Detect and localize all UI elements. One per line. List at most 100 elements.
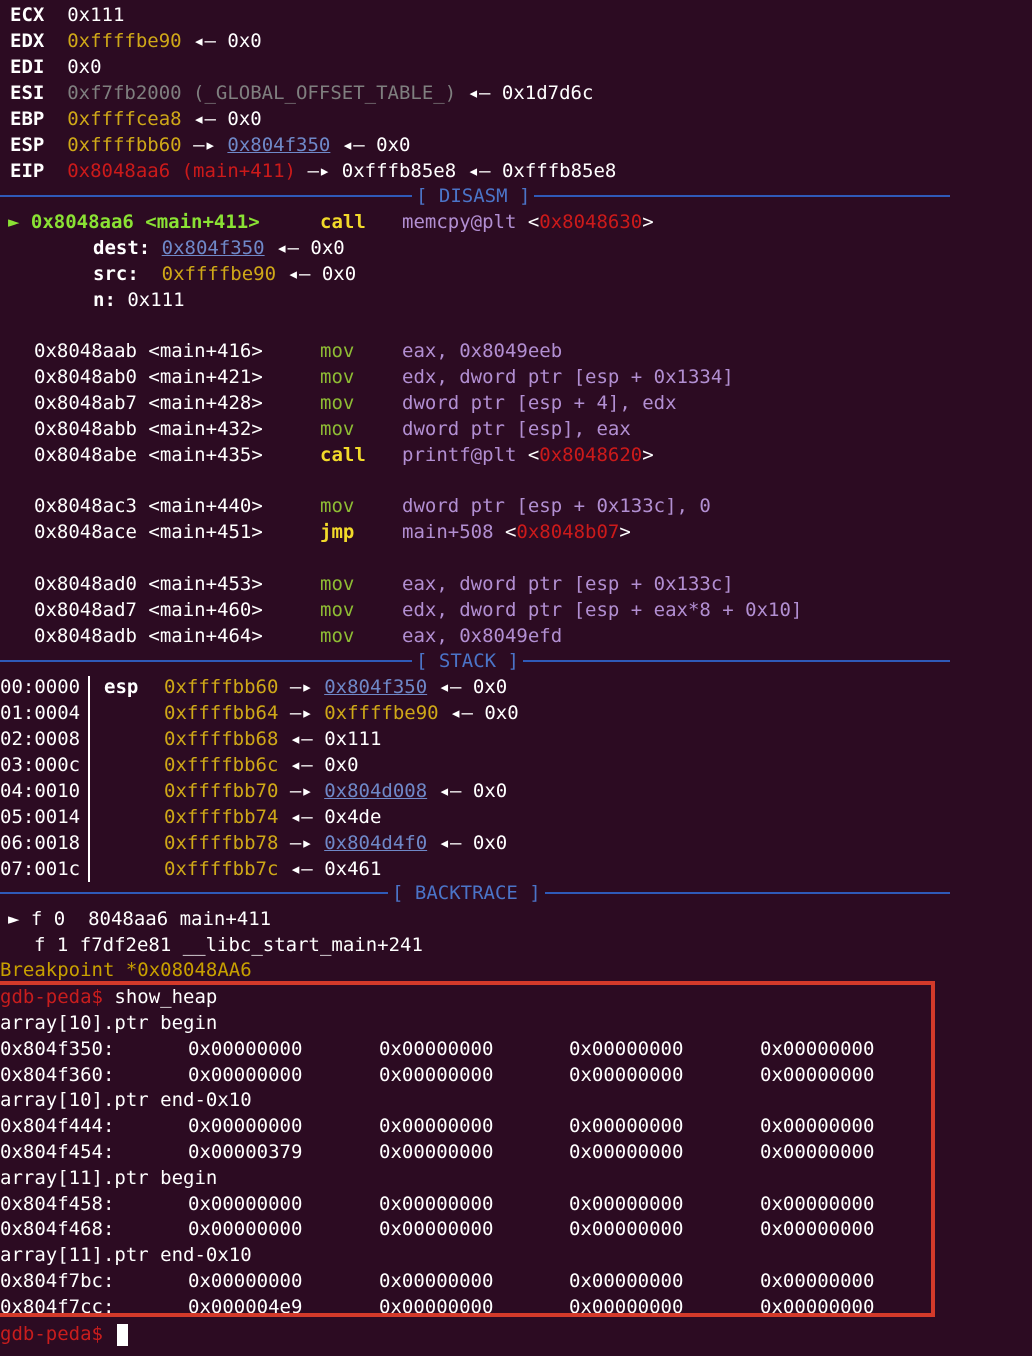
- backtrace-frame: ► f 0 8048aa6 main+411: [8, 908, 272, 930]
- pointer-link[interactable]: 0x804f350: [227, 134, 330, 156]
- shell-prompt: gdb-peda$: [0, 1323, 103, 1345]
- instruction-operands: eax, dword ptr [esp + 0x133c]: [402, 573, 734, 595]
- stack-entry: 0xffffbb6c ◂— 0x0: [164, 752, 359, 778]
- instruction-operands: dword ptr [esp], eax: [402, 418, 631, 440]
- register-value: 0x0: [67, 56, 102, 78]
- disasm-line: 0x8048ad7 <main+460>: [34, 597, 263, 623]
- register-value: 0xffffbb60: [67, 134, 182, 156]
- stack-entry: 0xffffbb78 —▸ 0x804d4f0 ◂— 0x0: [164, 830, 507, 856]
- pointer-arrow: ◂—: [289, 806, 313, 828]
- stack-entry: 0xffffbb7c ◂— 0x461: [164, 856, 381, 882]
- instruction-address: 0x8048abe <main+435>: [34, 444, 263, 466]
- instruction-operands: memcpy@plt <0x8048630>: [402, 211, 654, 233]
- instruction-address: 0x8048aab <main+416>: [34, 340, 263, 362]
- disasm-line: 0x8048abb <main+432>: [34, 416, 263, 442]
- stack-address: 0xffffbb78: [164, 832, 279, 854]
- backtrace-frame: f 1 f7df2e81 __libc_start_main+241: [34, 934, 423, 956]
- stack-entry: 0xffffbb74 ◂— 0x4de: [164, 804, 381, 830]
- disasm-line: 0x8048ace <main+451>: [34, 519, 263, 545]
- register-name: EBP: [10, 108, 45, 130]
- instruction-opcode: mov: [320, 599, 355, 621]
- stack-address: 0xffffbb6c: [164, 754, 279, 776]
- instruction-opcode: mov: [320, 495, 355, 517]
- stack-index: 03:000c: [0, 754, 81, 776]
- stack-index: 02:0008: [0, 728, 81, 750]
- stack-tail: ◂— 0x0: [450, 702, 519, 724]
- pointer-link[interactable]: 0x804d4f0: [324, 832, 427, 854]
- register-name: EIP: [10, 160, 45, 182]
- call-arg-n: n: 0x111: [93, 289, 185, 311]
- stack-entry: 0xffffbb70 —▸ 0x804d008 ◂— 0x0: [164, 778, 507, 804]
- stack-address: 0xffffbb7c: [164, 858, 279, 880]
- section-title-backtrace: [ BACKTRACE ]: [388, 880, 545, 906]
- instruction-opcode: call: [320, 211, 366, 233]
- disasm-line: 0x8048ab0 <main+421>: [34, 364, 263, 390]
- stack-tail: ◂— 0x0: [438, 676, 508, 698]
- register-edi: EDI 0x0: [10, 54, 102, 80]
- stack-index: 04:0010: [0, 780, 81, 802]
- breakpoint-message: Breakpoint *0x08048AA6: [0, 959, 252, 981]
- stack-tail: ◂— 0x0: [438, 780, 508, 802]
- instruction-operands: printf@plt <0x8048620>: [402, 444, 654, 466]
- instruction-address: 0x8048ab7 <main+428>: [34, 392, 263, 414]
- register-name: ECX: [10, 4, 45, 26]
- disasm-line: 0x8048ab7 <main+428>: [34, 390, 263, 416]
- register-eip: EIP 0x8048aa6 (main+411) —▸ 0xfffb85e8 ◂…: [10, 158, 616, 184]
- call-target: 0x8048620: [539, 444, 643, 466]
- disasm-line: 0x8048ad0 <main+453>: [34, 571, 263, 597]
- register-name: ESP: [10, 134, 45, 156]
- instruction-address: 0x8048adb <main+464>: [34, 625, 263, 647]
- pointer-link[interactable]: 0x804f350: [324, 676, 427, 698]
- stack-index: 01:0004: [0, 702, 81, 724]
- stack-index: 05:0014: [0, 806, 81, 828]
- instruction-opcode: mov: [320, 340, 355, 362]
- stack-address: 0xffffbb70: [164, 780, 279, 802]
- terminal-cursor[interactable]: [117, 1324, 128, 1346]
- register-name: ESI: [10, 82, 45, 104]
- register-tail: ◂— 0x0: [193, 108, 262, 130]
- stack-address: 0xffffbb64: [164, 702, 279, 724]
- instruction-operands: dword ptr [esp + 4], edx: [402, 392, 677, 414]
- instruction-opcode: mov: [320, 625, 355, 647]
- disasm-line: 0x8048ac3 <main+440>: [34, 493, 263, 519]
- pointer-arrow: —▸: [289, 702, 313, 724]
- register-tail: ◂— 0x1d7d6c: [467, 82, 594, 104]
- stack-index: 06:0018: [0, 832, 81, 854]
- pointer-arrow: —▸: [289, 780, 313, 802]
- register-value: 0x111: [67, 4, 125, 26]
- register-name: EDX: [10, 30, 45, 52]
- register-esi: ESI 0xf7fb2000 (_GLOBAL_OFFSET_TABLE_) ◂…: [10, 80, 593, 106]
- instruction-opcode: mov: [320, 418, 355, 440]
- register-tail: 0xfffb85e8 ◂— 0xfffb85e8: [341, 160, 617, 182]
- instruction-address: 0x8048ab0 <main+421>: [34, 366, 263, 388]
- register-value: 0xffffcea8: [67, 108, 182, 130]
- register-esp: ESP 0xffffbb60 —▸ 0x804f350 ◂— 0x0: [10, 132, 410, 158]
- register-edx: EDX 0xffffbe90 ◂— 0x0: [10, 28, 262, 54]
- section-title-disasm: [ DISASM ]: [412, 183, 535, 209]
- pointer-link[interactable]: 0x804f350: [162, 237, 265, 259]
- stack-tail: ◂— 0x0: [438, 832, 508, 854]
- instruction-operands: eax, 0x8049efd: [402, 625, 563, 647]
- current-instruction-marker: ►: [8, 211, 20, 233]
- stack-value: 0x461: [324, 858, 382, 880]
- instruction-operands: main+508 <0x8048b07>: [402, 521, 631, 543]
- instruction-operands: dword ptr [esp + 0x133c], 0: [402, 495, 711, 517]
- instruction-opcode: jmp: [320, 521, 355, 543]
- instruction-address: 0x8048abb <main+432>: [34, 418, 263, 440]
- instruction-opcode: mov: [320, 366, 355, 388]
- stack-index: 07:001c: [0, 858, 81, 880]
- stack-value: 0x4de: [324, 806, 382, 828]
- instruction-opcode: mov: [320, 392, 355, 414]
- register-tail: ◂— 0x0: [341, 134, 411, 156]
- pointer-arrow: —▸: [289, 676, 313, 698]
- stack-address: 0xffffbb68: [164, 728, 279, 750]
- instruction-address: 0x8048ac3 <main+440>: [34, 495, 263, 517]
- call-target: 0x8048630: [539, 211, 643, 233]
- section-title-stack: [ STACK ]: [412, 648, 523, 674]
- stack-address: 0xffffbb60: [164, 676, 279, 698]
- pointer-link[interactable]: 0x804d008: [324, 780, 427, 802]
- instruction-operands: edx, dword ptr [esp + 0x1334]: [402, 366, 734, 388]
- instruction-operands: eax, 0x8049eeb: [402, 340, 563, 362]
- stack-entry: 0xffffbb60 —▸ 0x804f350 ◂— 0x0: [164, 674, 507, 700]
- disasm-line: 0x8048aab <main+416>: [34, 338, 263, 364]
